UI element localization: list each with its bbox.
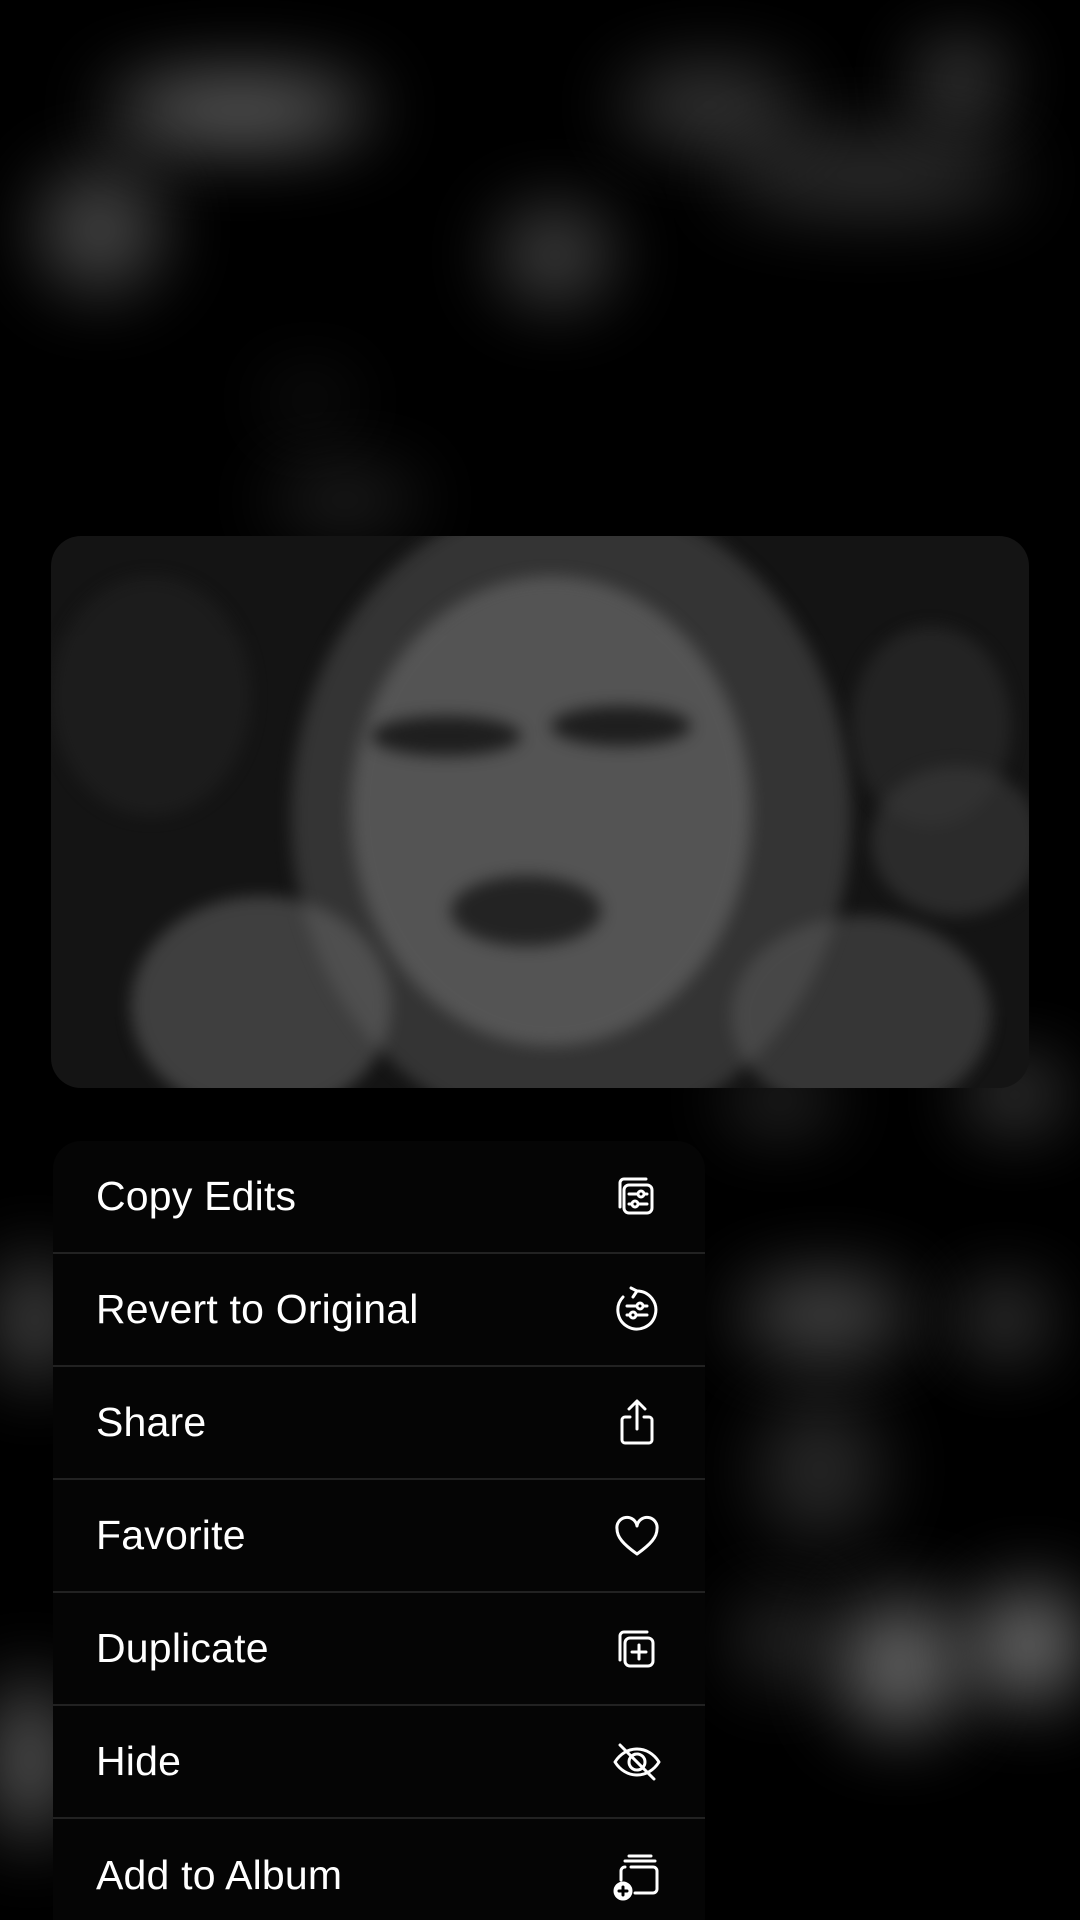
- menu-item-add-to-album[interactable]: Add to Album: [53, 1819, 705, 1920]
- menu-item-label: Favorite: [96, 1512, 246, 1558]
- menu-item-revert-to-original[interactable]: Revert to Original: [53, 1254, 705, 1367]
- photo-preview[interactable]: [51, 536, 1029, 1088]
- menu-item-favorite[interactable]: Favorite: [53, 1480, 705, 1593]
- menu-item-label: Share: [96, 1399, 207, 1445]
- share-icon: [609, 1395, 665, 1451]
- context-menu: Copy Edits Revert to Original Share Favo…: [53, 1141, 705, 1920]
- menu-item-hide[interactable]: Hide: [53, 1706, 705, 1819]
- add-to-album-icon: [609, 1848, 665, 1904]
- menu-item-label: Copy Edits: [96, 1173, 297, 1219]
- menu-item-copy-edits[interactable]: Copy Edits: [53, 1141, 705, 1254]
- heart-icon: [609, 1508, 665, 1564]
- menu-item-share[interactable]: Share: [53, 1367, 705, 1480]
- menu-item-label: Add to Album: [96, 1852, 343, 1898]
- menu-item-label: Hide: [96, 1738, 182, 1784]
- menu-item-duplicate[interactable]: Duplicate: [53, 1593, 705, 1706]
- revert-icon: [609, 1282, 665, 1338]
- copy-edits-icon: [609, 1169, 665, 1225]
- menu-item-label: Duplicate: [96, 1625, 269, 1671]
- photo-context-menu-screen: Copy Edits Revert to Original Share Favo…: [0, 0, 1080, 1920]
- menu-item-label: Revert to Original: [96, 1286, 419, 1332]
- eye-slash-icon: [609, 1734, 665, 1790]
- duplicate-icon: [609, 1621, 665, 1677]
